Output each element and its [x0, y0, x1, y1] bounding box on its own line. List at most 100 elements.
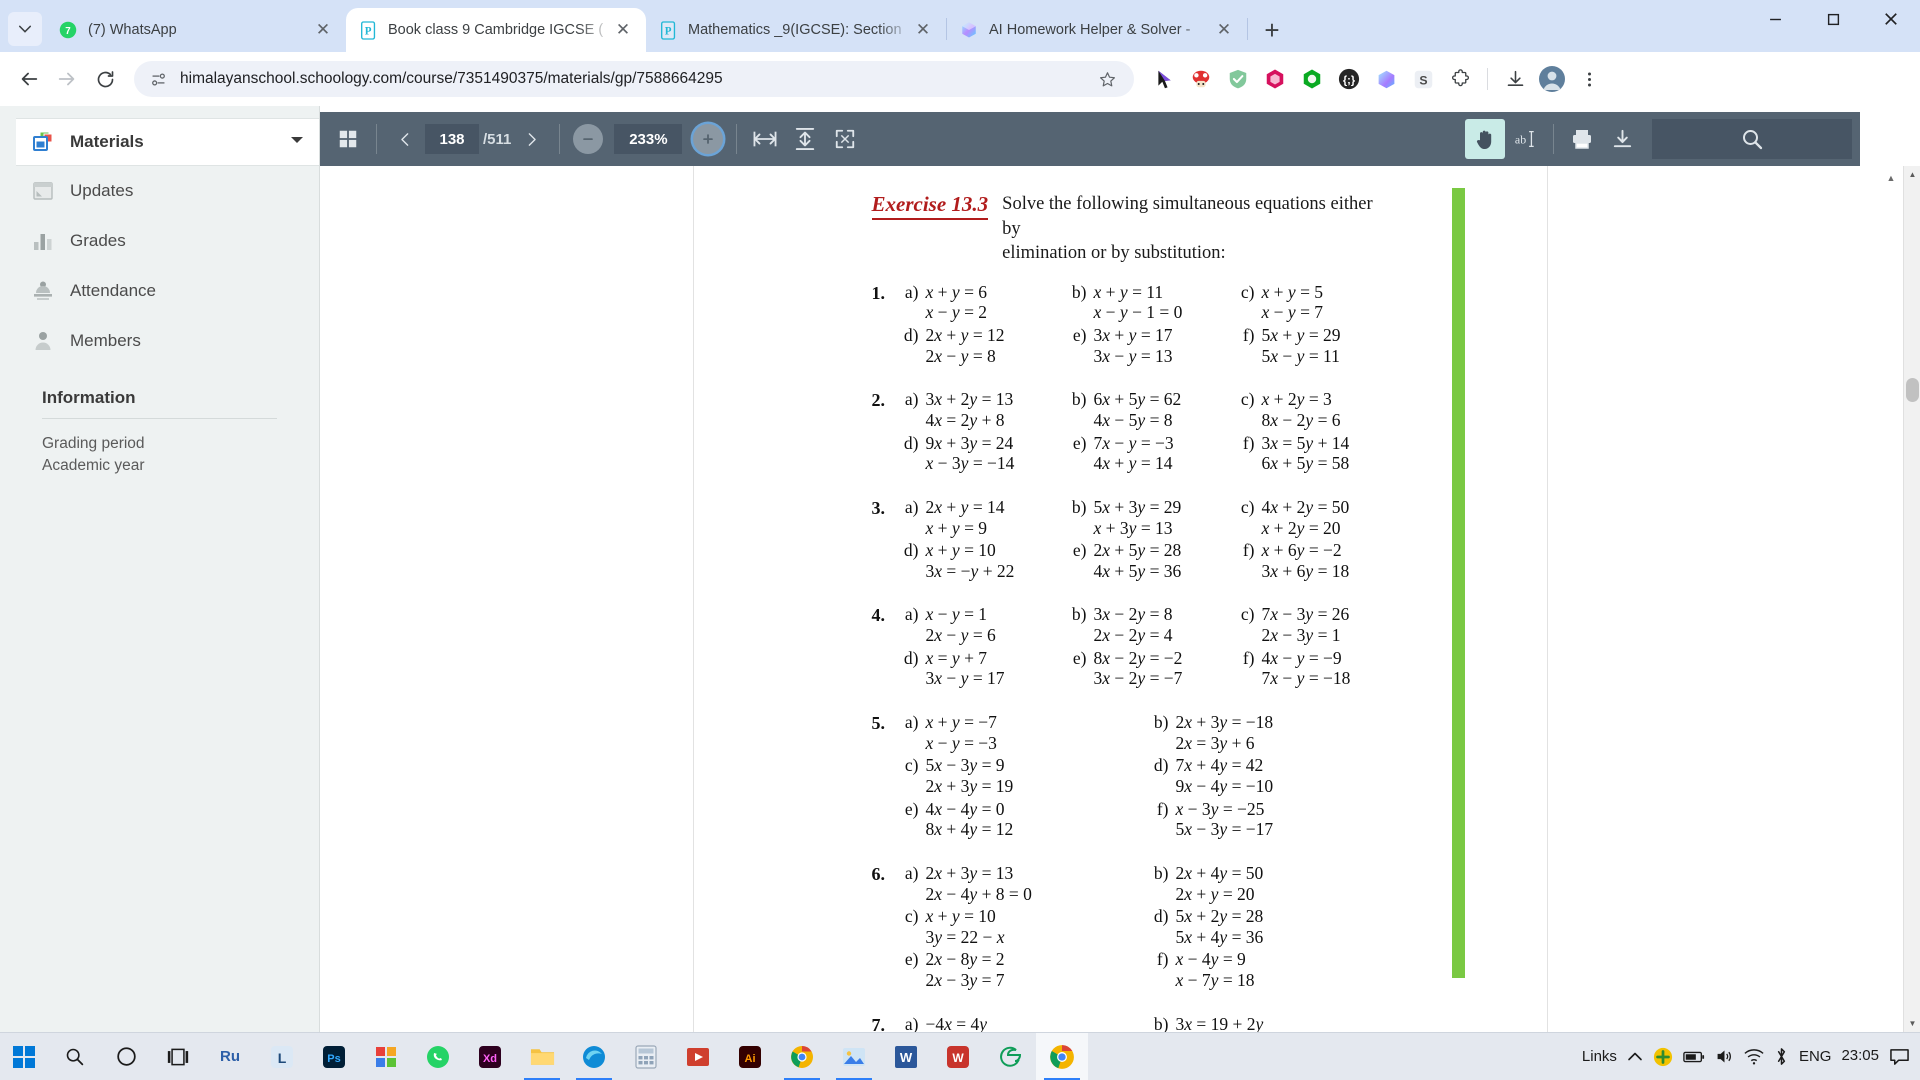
sidebar-item-members[interactable]: Members — [16, 316, 319, 366]
taskbar-app-edge[interactable] — [568, 1033, 620, 1080]
update-badge-icon[interactable] — [1653, 1047, 1673, 1067]
notification-icon[interactable] — [1889, 1047, 1910, 1066]
bluetooth-icon[interactable] — [1774, 1047, 1789, 1066]
taskbar-app-whatsapp[interactable] — [412, 1033, 464, 1080]
green-hexagon-icon[interactable] — [1296, 63, 1328, 95]
taskbar-app-edge-legacy[interactable] — [984, 1033, 1036, 1080]
zoom-out-button[interactable] — [568, 119, 608, 159]
task-view-button[interactable] — [152, 1033, 204, 1080]
scroll-up-arrow[interactable]: ▲ — [1904, 166, 1920, 183]
pink-hexagon-icon[interactable] — [1259, 63, 1291, 95]
taskbar-app-colorful[interactable] — [360, 1033, 412, 1080]
profile-avatar[interactable] — [1536, 63, 1568, 95]
new-tab-button[interactable]: + — [1254, 12, 1290, 48]
pan-tool-button[interactable] — [1465, 119, 1505, 159]
browser-tab-1[interactable]: P Book class 9 Cambridge IGCSE ( ✕ — [346, 8, 646, 52]
browser-toolbar: himalayanschool.schoology.com/course/735… — [0, 52, 1920, 106]
links-label[interactable]: Links — [1582, 1048, 1617, 1065]
purple-gem-icon[interactable] — [1370, 63, 1402, 95]
next-page-button[interactable] — [511, 119, 551, 159]
sidebar-item-materials[interactable]: Materials — [16, 118, 319, 166]
thumbnails-button[interactable] — [328, 119, 368, 159]
browser-tab-2[interactable]: P Mathematics _9(IGCSE): Section ✕ — [646, 8, 946, 52]
scroll-down-arrow[interactable]: ▼ — [1904, 1015, 1920, 1032]
print-button[interactable] — [1562, 119, 1602, 159]
tab-close-button[interactable]: ✕ — [612, 19, 634, 41]
taskbar-app-xd[interactable]: Xd — [464, 1033, 516, 1080]
taskbar-search-button[interactable] — [48, 1033, 100, 1080]
tab-close-button[interactable]: ✕ — [312, 19, 334, 41]
forward-button[interactable] — [50, 62, 84, 96]
chevron-down-icon[interactable] — [289, 132, 305, 153]
chevron-up-icon[interactable] — [1627, 1049, 1643, 1065]
cursor-pointer-icon[interactable] — [1148, 63, 1180, 95]
tab-close-button[interactable]: ✕ — [1213, 19, 1235, 41]
pdf-canvas-area[interactable]: Exercise 13.3 Solve the following simult… — [320, 166, 1920, 1032]
text-select-button[interactable]: ab — [1505, 119, 1545, 159]
sidebar-item-updates[interactable]: Updates — [16, 166, 319, 216]
browser-tab-3[interactable]: AI Homework Helper & Solver - ✕ — [947, 8, 1247, 52]
question-part: c) 7x − 3y = 26 2x − 3y = 1 — [1236, 604, 1404, 645]
three-dots-menu-icon[interactable] — [1573, 62, 1605, 96]
zoom-level-input[interactable] — [614, 124, 683, 154]
taskbar-app-calculator[interactable] — [620, 1033, 672, 1080]
adblock-shield-icon[interactable] — [1222, 63, 1254, 95]
taskbar-app-chrome-active[interactable] — [1036, 1032, 1088, 1080]
pdf-scroll-up-arrow[interactable]: ▲ — [1883, 170, 1899, 186]
equation: 3x + 6y = 18 — [1261, 560, 1350, 581]
attendance-icon — [30, 278, 56, 304]
close-window-button[interactable] — [1862, 0, 1920, 38]
taskbar-app-photos[interactable] — [828, 1033, 880, 1080]
download-icon[interactable] — [1499, 63, 1531, 95]
equation-group: 5x + 2y = 28 5x + 4y = 36 — [1176, 906, 1264, 947]
s-badge-icon[interactable]: S — [1407, 63, 1439, 95]
taskbar-clock[interactable]: 23:05 — [1841, 1048, 1879, 1065]
taskbar-app-lightroom[interactable]: L — [256, 1033, 308, 1080]
windows-start-button[interactable] — [0, 1033, 48, 1080]
taskbar-app-word[interactable]: W — [880, 1033, 932, 1080]
download-button[interactable] — [1602, 119, 1642, 159]
reload-button[interactable] — [88, 62, 122, 96]
question-part-letter: c) — [1240, 496, 1255, 517]
pdf-search-box[interactable] — [1652, 119, 1852, 159]
bookmark-star-icon[interactable] — [1094, 66, 1120, 92]
pdf-page: Exercise 13.3 Solve the following simult… — [692, 166, 1548, 1032]
back-button[interactable] — [12, 62, 46, 96]
question-part-letter: b) — [1153, 862, 1169, 883]
taskbar-app-file-explorer[interactable] — [516, 1033, 568, 1080]
tab-search-dropdown-button[interactable] — [8, 12, 42, 46]
language-indicator[interactable]: ENG — [1799, 1048, 1832, 1065]
volume-icon[interactable] — [1715, 1047, 1734, 1066]
browser-tab-0[interactable]: 7 (7) WhatsApp ✕ — [46, 8, 346, 52]
scrollbar-thumb[interactable] — [1906, 378, 1919, 402]
minimize-window-button[interactable] — [1746, 0, 1804, 38]
previous-page-button[interactable] — [385, 119, 425, 159]
taskbar-app-wps[interactable]: W — [932, 1033, 984, 1080]
battery-icon[interactable] — [1683, 1050, 1705, 1064]
page-number-input[interactable] — [425, 124, 479, 154]
fullscreen-button[interactable] — [825, 119, 865, 159]
tab-close-button[interactable]: ✕ — [912, 19, 934, 41]
question-column: a) 3x + 2y = 13 4x = 2y + 8 d) 9x + 3y = 24 x… — [900, 389, 1068, 476]
taskbar-app-media[interactable] — [672, 1033, 724, 1080]
page-info-icon[interactable] — [148, 69, 168, 89]
taskbar-app-ru[interactable]: Ru — [204, 1033, 256, 1080]
taskbar-app-chrome[interactable] — [776, 1033, 828, 1080]
braces-badge-icon[interactable]: {;} — [1333, 63, 1365, 95]
cortana-button[interactable] — [100, 1033, 152, 1080]
maximize-window-button[interactable] — [1804, 0, 1862, 38]
sidebar-item-attendance[interactable]: Attendance — [16, 266, 319, 316]
sidebar-item-grades[interactable]: Grades — [16, 216, 319, 266]
page-scrollbar[interactable]: ▲ ▼ — [1903, 166, 1920, 1032]
mushroom-icon[interactable] — [1185, 63, 1217, 95]
taskbar-app-photoshop[interactable]: Ps — [308, 1033, 360, 1080]
extensions-puzzle-icon[interactable] — [1444, 63, 1476, 95]
zoom-in-button[interactable] — [688, 119, 728, 159]
equation-group: 2x + y = 12 2x − y = 8 — [926, 325, 1005, 366]
address-bar[interactable]: himalayanschool.schoology.com/course/735… — [134, 61, 1134, 97]
network-icon[interactable] — [1744, 1048, 1764, 1066]
fit-height-button[interactable] — [785, 119, 825, 159]
question-part: f) x − 3y = −25 5x − 3y = −17 — [1150, 799, 1400, 840]
fit-width-button[interactable] — [745, 119, 785, 159]
taskbar-app-illustrator[interactable]: Ai — [724, 1033, 776, 1080]
